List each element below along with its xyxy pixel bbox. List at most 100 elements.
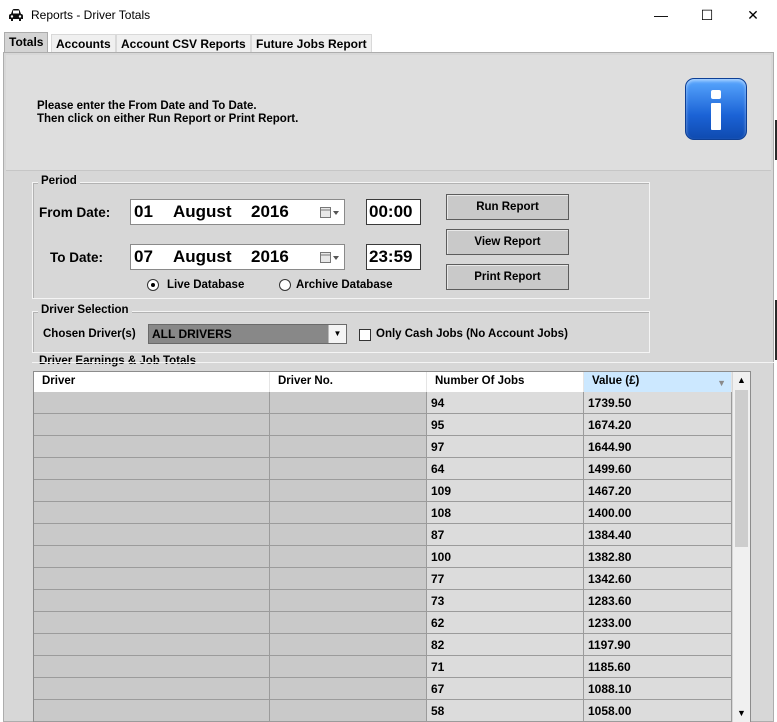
value-cell: 1233.00 xyxy=(584,612,732,634)
jobs-cell: 58 xyxy=(427,700,584,722)
live-database-label: Live Database xyxy=(167,279,245,291)
driver-select-value: ALL DRIVERS xyxy=(152,327,232,341)
group-divider xyxy=(32,362,774,363)
minimize-button[interactable]: — xyxy=(638,0,684,30)
driver-cell xyxy=(34,502,270,524)
info-icon xyxy=(685,78,747,140)
column-header-number-of-jobs[interactable]: Number Of Jobs xyxy=(427,372,584,392)
jobs-cell: 100 xyxy=(427,546,584,568)
table-row[interactable]: 64 1499.60 xyxy=(34,458,732,480)
driver-selection-label: Driver Selection xyxy=(38,304,132,316)
driver-no-cell xyxy=(270,612,427,634)
jobs-cell: 64 xyxy=(427,458,584,480)
driver-no-cell xyxy=(270,502,427,524)
value-cell: 1499.60 xyxy=(584,458,732,480)
table-row[interactable]: 100 1382.80 xyxy=(34,546,732,568)
driver-no-cell xyxy=(270,414,427,436)
run-report-button[interactable]: Run Report xyxy=(446,194,569,220)
view-report-button[interactable]: View Report xyxy=(446,229,569,255)
driver-cell xyxy=(34,436,270,458)
to-date-picker[interactable]: 07 August 2016 xyxy=(130,244,345,270)
jobs-cell: 109 xyxy=(427,480,584,502)
value-cell: 1644.90 xyxy=(584,436,732,458)
value-cell: 1283.60 xyxy=(584,590,732,612)
driver-no-cell xyxy=(270,656,427,678)
archive-database-label: Archive Database xyxy=(296,279,393,291)
value-cell: 1197.90 xyxy=(584,634,732,656)
from-time-input[interactable]: 00:00 xyxy=(366,199,421,225)
driver-earnings-label: Driver Earnings & Job Totals xyxy=(36,355,199,367)
table-row[interactable]: 82 1197.90 xyxy=(34,634,732,656)
driver-cell xyxy=(34,700,270,722)
table-row[interactable]: 108 1400.00 xyxy=(34,502,732,524)
column-header-value[interactable]: Value (£) ▼ xyxy=(584,372,732,392)
tab-accounts[interactable]: Accounts xyxy=(51,34,116,53)
driver-cell xyxy=(34,546,270,568)
tab-account-csv-reports[interactable]: Account CSV Reports xyxy=(116,34,251,53)
driver-cell xyxy=(34,480,270,502)
value-cell: 1382.80 xyxy=(584,546,732,568)
tab-totals[interactable]: Totals xyxy=(4,32,49,53)
jobs-cell: 82 xyxy=(427,634,584,656)
driver-no-cell xyxy=(270,480,427,502)
driver-cell xyxy=(34,678,270,700)
value-cell: 1400.00 xyxy=(584,502,732,524)
table-row[interactable]: 73 1283.60 xyxy=(34,590,732,612)
tab-strip: Totals Accounts Account CSV Reports Futu… xyxy=(0,32,777,53)
driver-selection-group: Driver Selection Chosen Driver(s) ALL DR… xyxy=(32,304,650,353)
table-row[interactable]: 109 1467.20 xyxy=(34,480,732,502)
period-label: Period xyxy=(38,175,80,187)
driver-totals-grid[interactable]: Driver Driver No. Number Of Jobs Value (… xyxy=(33,371,751,722)
value-cell: 1739.50 xyxy=(584,392,732,414)
driver-no-cell xyxy=(270,700,427,722)
calendar-dropdown-icon[interactable] xyxy=(320,207,340,218)
table-row[interactable]: 58 1058.00 xyxy=(34,700,732,722)
column-header-value-label: Value (£) xyxy=(592,375,640,387)
column-header-driver-no[interactable]: Driver No. xyxy=(270,372,427,392)
column-header-driver[interactable]: Driver xyxy=(34,372,270,392)
cash-only-checkbox[interactable] xyxy=(359,329,371,341)
driver-select[interactable]: ALL DRIVERS ▼ xyxy=(148,324,347,344)
jobs-cell: 67 xyxy=(427,678,584,700)
driver-no-cell xyxy=(270,436,427,458)
scroll-thumb[interactable] xyxy=(735,390,748,547)
value-cell: 1185.60 xyxy=(584,656,732,678)
driver-cell xyxy=(34,458,270,480)
driver-no-cell xyxy=(270,568,427,590)
to-month: August xyxy=(173,247,232,266)
live-database-radio[interactable] xyxy=(147,279,159,291)
value-cell: 1467.20 xyxy=(584,480,732,502)
driver-no-cell xyxy=(270,634,427,656)
grid-header: Driver Driver No. Number Of Jobs Value (… xyxy=(34,372,732,392)
maximize-button[interactable]: ☐ xyxy=(684,0,730,30)
archive-database-radio[interactable] xyxy=(279,279,291,291)
table-row[interactable]: 71 1185.60 xyxy=(34,656,732,678)
scroll-down-icon[interactable]: ▼ xyxy=(733,705,750,722)
driver-no-cell xyxy=(270,524,427,546)
calendar-dropdown-icon[interactable] xyxy=(320,252,340,263)
print-report-button[interactable]: Print Report xyxy=(446,264,569,290)
table-row[interactable]: 97 1644.90 xyxy=(34,436,732,458)
jobs-cell: 97 xyxy=(427,436,584,458)
chosen-drivers-label: Chosen Driver(s) xyxy=(43,328,136,340)
chevron-down-icon[interactable]: ▼ xyxy=(328,325,346,343)
from-day: 01 xyxy=(134,202,153,221)
value-cell: 1058.00 xyxy=(584,700,732,722)
close-button[interactable]: ✕ xyxy=(730,0,776,30)
table-row[interactable]: 77 1342.60 xyxy=(34,568,732,590)
value-cell: 1384.40 xyxy=(584,524,732,546)
scroll-up-icon[interactable]: ▲ xyxy=(733,372,750,389)
vertical-scrollbar[interactable]: ▲ ▼ xyxy=(732,372,750,722)
from-date-picker[interactable]: 01 August 2016 xyxy=(130,199,345,225)
table-row[interactable]: 95 1674.20 xyxy=(34,414,732,436)
to-time-input[interactable]: 23:59 xyxy=(366,244,421,270)
table-row[interactable]: 94 1739.50 xyxy=(34,392,732,414)
table-row[interactable]: 87 1384.40 xyxy=(34,524,732,546)
table-row[interactable]: 67 1088.10 xyxy=(34,678,732,700)
to-date-label: To Date: xyxy=(50,250,103,265)
driver-cell xyxy=(34,634,270,656)
table-row[interactable]: 62 1233.00 xyxy=(34,612,732,634)
instruction-line-1: Please enter the From Date and To Date. xyxy=(37,100,257,112)
title-bar: Reports - Driver Totals — ☐ ✕ xyxy=(0,0,777,32)
tab-future-jobs-report[interactable]: Future Jobs Report xyxy=(251,34,372,53)
